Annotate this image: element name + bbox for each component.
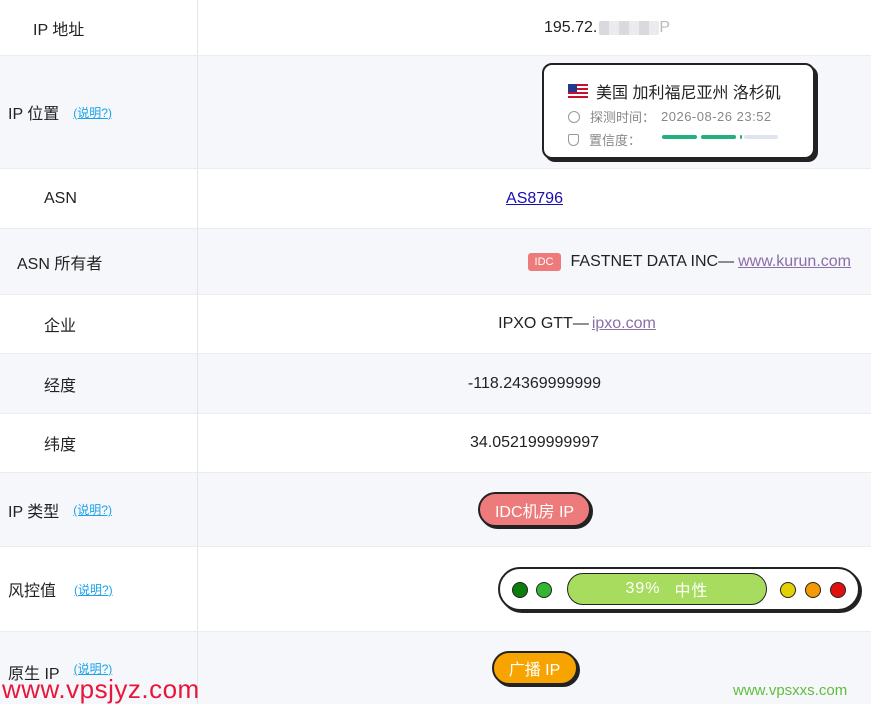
company-name: IPXO GTT— <box>498 315 589 332</box>
label-text: 企业 <box>44 318 77 335</box>
confidence-bar-filled <box>701 135 736 139</box>
risk-level: 中性 <box>674 583 709 600</box>
row-ip-type: IP 类型 (说明?) IDC机房 IP <box>0 473 871 547</box>
label-text: 经度 <box>44 377 77 395</box>
detect-time-label: 探测时间： <box>590 110 656 125</box>
row-latitude: 纬度 34.052199999997 <box>0 414 871 473</box>
label-text: IP 位置 <box>8 106 60 123</box>
value-asn: AS8796 <box>198 169 871 228</box>
us-flag-icon <box>568 84 588 98</box>
row-asn: ASN AS8796 <box>0 169 871 229</box>
detect-time-line: 探测时间： 2026-08-26 23:52 <box>568 107 772 126</box>
watermark-left: www.vpsjyz.com <box>2 674 200 704</box>
location-text: 美国 加利福尼亚州 洛杉矶 <box>596 85 781 102</box>
confidence-line: 置信度： <box>568 130 641 149</box>
label-text: 纬度 <box>44 437 77 454</box>
row-longitude: 经度 -118.24369999999 <box>0 354 871 414</box>
label-asn: ASN <box>0 169 198 228</box>
label-text: ASN 所有者 <box>17 255 103 273</box>
shield-icon <box>568 133 579 146</box>
risk-percent: 39% <box>625 580 661 597</box>
value-ip-address: 195.72. P <box>198 0 871 55</box>
label-risk: 风控值 (说明?) <box>0 547 198 631</box>
label-ip-type: IP 类型 (说明?) <box>0 473 198 546</box>
label-asn-owner: ASN 所有者 <box>0 229 198 294</box>
risk-score-bar: 39% 中性 <box>567 573 767 605</box>
company-link[interactable]: ipxo.com <box>592 315 656 333</box>
confidence-bar-empty <box>744 135 778 139</box>
value-longitude: -118.24369999999 <box>467 374 602 392</box>
ip-mask <box>599 20 660 35</box>
confidence-label: 置信度： <box>589 133 642 148</box>
row-company: 企业 IPXO GTT— ipxo.com <box>0 295 871 354</box>
risk-dot-dark-green <box>512 582 528 598</box>
value-company: IPXO GTT— ipxo.com <box>198 295 871 353</box>
label-ip-location: IP 位置 (说明?) <box>0 56 198 168</box>
row-asn-owner: ASN 所有者 IDC FASTNET DATA INC— www.kurun.… <box>0 229 871 295</box>
location-card: 美国 加利福尼亚州 洛杉矶 探测时间： 2026-08-26 23:52 置信度… <box>542 63 815 159</box>
label-company: 企业 <box>0 295 198 353</box>
risk-dot-red <box>830 582 846 598</box>
ip-prefix: 195.72. <box>543 18 598 36</box>
label-text: IP 类型 <box>8 503 60 521</box>
confidence-bars <box>662 135 778 139</box>
label-text: ASN <box>44 189 77 207</box>
label-ip-address: IP 地址 <box>0 0 198 55</box>
asn-owner-link[interactable]: www.kurun.com <box>738 253 851 271</box>
detect-time-value: 2026-08-26 23:52 <box>661 109 772 124</box>
value-ip-type: IDC机房 IP <box>198 473 871 546</box>
label-longitude: 经度 <box>0 354 198 413</box>
help-link-risk[interactable]: (说明?) <box>74 581 113 598</box>
ip-type-badge: IDC机房 IP <box>478 492 591 527</box>
confidence-bar-partial <box>740 135 742 139</box>
native-ip-badge: 广播 IP <box>491 651 578 685</box>
value-latitude: 34.052199999997 <box>469 434 600 451</box>
idc-badge: IDC <box>527 252 561 271</box>
clock-icon <box>568 110 580 123</box>
risk-dot-green <box>536 582 552 598</box>
risk-meter: 39% 中性 <box>498 567 860 611</box>
label-text: IP 地址 <box>33 21 85 39</box>
confidence-bar-filled <box>662 135 697 139</box>
location-title: 美国 加利福尼亚州 洛杉矶 <box>568 79 781 103</box>
help-link-location[interactable]: (说明?) <box>73 104 112 121</box>
risk-dot-orange <box>805 582 821 598</box>
asn-owner-name: FASTNET DATA INC— <box>570 252 735 270</box>
asn-link[interactable]: AS8796 <box>506 190 563 208</box>
help-link-ip-type[interactable]: (说明?) <box>73 501 112 518</box>
ip-suffix: P <box>659 18 671 36</box>
label-text: 风控值 <box>8 583 57 600</box>
value-asn-owner: IDC FASTNET DATA INC— www.kurun.com <box>198 229 871 294</box>
label-latitude: 纬度 <box>0 414 198 472</box>
watermark-right: www.vpsxxs.com <box>733 682 848 699</box>
row-ip-address: IP 地址 195.72. P <box>0 0 871 56</box>
risk-dot-yellow <box>780 582 796 598</box>
